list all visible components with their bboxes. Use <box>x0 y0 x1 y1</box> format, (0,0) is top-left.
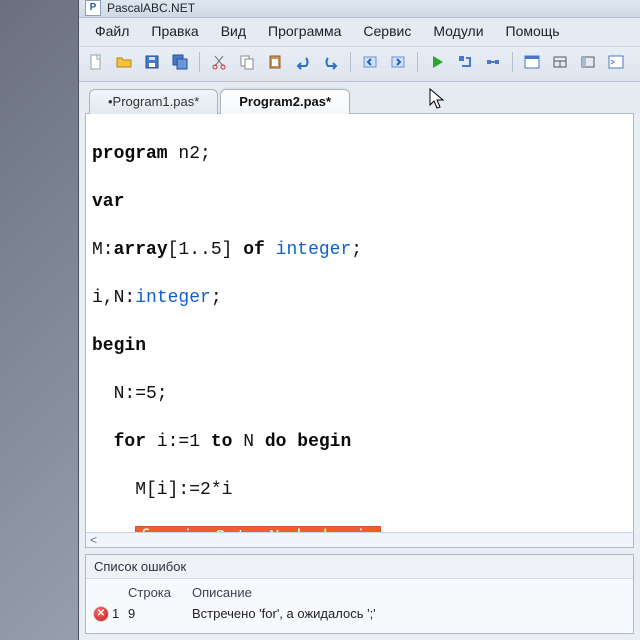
step-over-icon <box>485 54 501 70</box>
code-token <box>265 240 276 260</box>
layout-icon <box>552 54 568 70</box>
step-into-button[interactable] <box>454 51 476 73</box>
menu-help[interactable]: Помощь <box>496 21 570 41</box>
error-description: Встречено 'for', а ожидалось ';' <box>192 606 625 621</box>
save-all-button[interactable] <box>169 51 191 73</box>
code-token: begin <box>297 432 351 452</box>
code-token: integer <box>135 288 211 308</box>
save-button[interactable] <box>141 51 163 73</box>
paste-icon <box>267 54 283 70</box>
col-line-header: Строка <box>128 585 192 600</box>
code-token: var <box>92 192 124 212</box>
toolbar-separator <box>512 52 513 72</box>
layout-button[interactable] <box>549 51 571 73</box>
panel-button[interactable] <box>577 51 599 73</box>
code-token: program <box>92 144 168 164</box>
copy-icon <box>239 54 255 70</box>
code-token: to <box>211 432 233 452</box>
code-token: ; <box>351 240 362 260</box>
redo-button[interactable] <box>320 51 342 73</box>
code-token: i:=1 <box>146 432 211 452</box>
toolbar-separator <box>350 52 351 72</box>
nav-back-button[interactable] <box>359 51 381 73</box>
error-icon: ✕ <box>94 607 108 621</box>
run-button[interactable] <box>426 51 448 73</box>
code-token: M: <box>92 240 114 260</box>
code-token: N:=5; <box>92 384 168 404</box>
output-window-icon <box>524 54 540 70</box>
run-icon <box>429 54 445 70</box>
paste-button[interactable] <box>264 51 286 73</box>
code-token: of <box>243 240 265 260</box>
copy-button[interactable] <box>236 51 258 73</box>
code-token: [1..5] <box>168 240 244 260</box>
menu-program[interactable]: Программа <box>258 21 351 41</box>
menu-view[interactable]: Вид <box>211 21 256 41</box>
console-button[interactable] <box>605 51 627 73</box>
nav-back-icon <box>362 54 378 70</box>
document-tabs: •Program1.pas* Program2.pas* <box>79 82 640 113</box>
code-token: n2; <box>168 144 211 164</box>
save-all-icon <box>172 54 188 70</box>
cut-icon <box>211 54 227 70</box>
toolbar <box>79 47 640 82</box>
panel-icon <box>580 54 596 70</box>
menu-service[interactable]: Сервис <box>353 21 421 41</box>
undo-button[interactable] <box>292 51 314 73</box>
menu-modules[interactable]: Модули <box>423 21 493 41</box>
code-token: begin <box>92 336 146 356</box>
code-token: N <box>232 432 264 452</box>
code-token <box>92 432 114 452</box>
toolbar-separator <box>417 52 418 72</box>
step-icon <box>457 54 473 70</box>
app-title: PascalABC.NET <box>107 1 195 15</box>
new-file-button[interactable] <box>85 51 107 73</box>
code-token: array <box>114 240 168 260</box>
menu-file[interactable]: Файл <box>85 21 139 41</box>
ide-window: P PascalABC.NET Файл Правка Вид Программ… <box>78 0 640 640</box>
code-token: M[i]:=2*i <box>92 480 232 500</box>
redo-icon <box>323 54 339 70</box>
tab-program1[interactable]: •Program1.pas* <box>89 89 218 114</box>
code-token: ; <box>211 288 222 308</box>
code-token: for <box>114 432 146 452</box>
open-button[interactable] <box>113 51 135 73</box>
error-table-header: Строка Описание <box>94 583 625 604</box>
cut-button[interactable] <box>208 51 230 73</box>
console-icon <box>608 54 624 70</box>
code-token: integer <box>276 240 352 260</box>
title-bar: P PascalABC.NET <box>79 0 640 18</box>
code-token: i,N: <box>92 288 135 308</box>
horizontal-scrollbar[interactable]: < <box>86 532 633 547</box>
code-editor[interactable]: program n2; var M:array[1..5] of integer… <box>85 113 634 548</box>
error-row[interactable]: ✕ 1 9 Встречено 'for', а ожидалось ';' <box>94 604 625 623</box>
new-file-icon <box>88 54 104 70</box>
tab-program2[interactable]: Program2.pas* <box>220 89 350 114</box>
menu-edit[interactable]: Правка <box>141 21 208 41</box>
error-table: Строка Описание ✕ 1 9 Встречено 'for', а… <box>86 579 633 633</box>
nav-forward-button[interactable] <box>387 51 409 73</box>
code-area[interactable]: program n2; var M:array[1..5] of integer… <box>86 114 633 532</box>
error-list-panel: Список ошибок Строка Описание ✕ 1 9 Встр… <box>85 554 634 634</box>
output-window-button[interactable] <box>521 51 543 73</box>
error-index: 1 <box>112 606 119 621</box>
undo-icon <box>295 54 311 70</box>
toolbar-separator <box>199 52 200 72</box>
app-icon: P <box>85 0 101 16</box>
code-token <box>286 432 297 452</box>
open-folder-icon <box>116 54 132 70</box>
step-over-button[interactable] <box>482 51 504 73</box>
menu-bar: Файл Правка Вид Программа Сервис Модули … <box>79 18 640 47</box>
col-desc-header: Описание <box>192 585 625 600</box>
nav-forward-icon <box>390 54 406 70</box>
error-line-number: 9 <box>128 606 192 621</box>
error-panel-title: Список ошибок <box>86 555 633 579</box>
code-token: do <box>265 432 287 452</box>
save-icon <box>144 54 160 70</box>
